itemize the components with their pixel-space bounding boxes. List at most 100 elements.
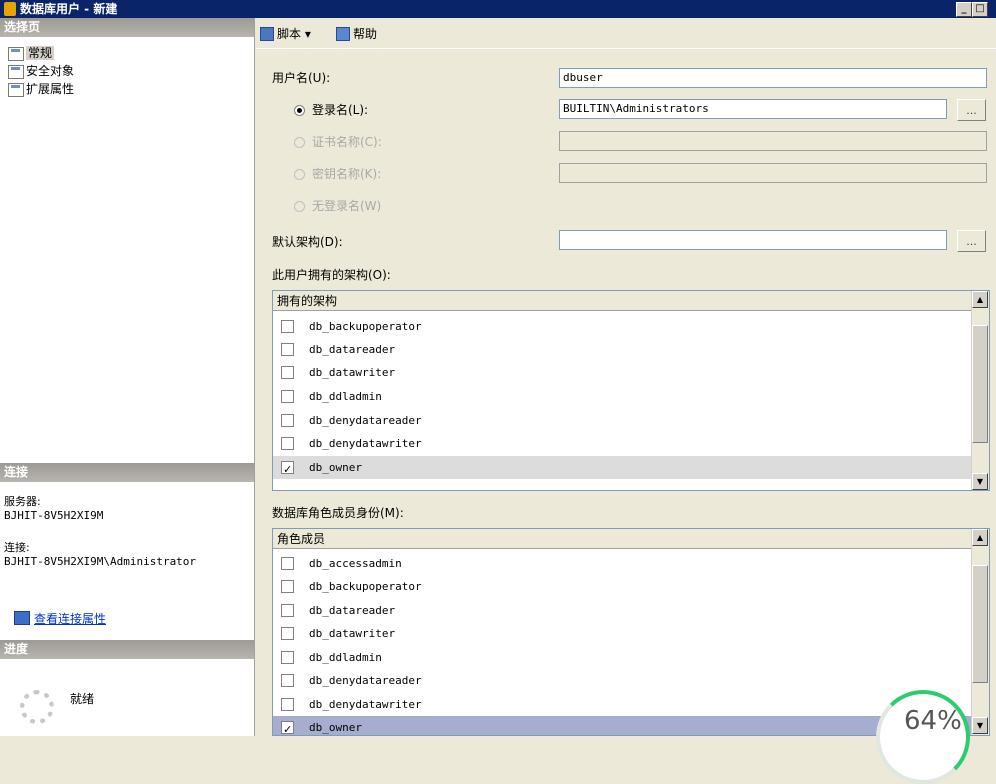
row-checkbox[interactable] [281, 557, 294, 570]
certificate-radio-label: 证书名称(C): [312, 135, 382, 149]
nav-item-label: 安全对象 [26, 64, 75, 78]
scroll-thumb[interactable] [972, 565, 988, 683]
login-browse-button[interactable]: ... [957, 99, 986, 121]
row-name: db_ddladmin [309, 651, 382, 664]
login-input[interactable]: BUILTIN\Administrators [559, 99, 947, 119]
table-row[interactable]: db_datareader [273, 599, 973, 622]
owned-schemas-grid[interactable]: 拥有的架构 db_backupoperator db_datareader db… [272, 290, 990, 491]
row-checkbox[interactable] [281, 651, 294, 664]
scroll-up-icon[interactable]: ▲ [972, 529, 988, 546]
row-checkbox[interactable] [281, 604, 294, 617]
connection-label: 连接: [4, 541, 30, 554]
table-row[interactable]: db_accessadmin [273, 552, 973, 575]
row-name: db_datareader [309, 604, 396, 617]
role-membership-label: 数据库角色成员身份(M): [272, 506, 404, 520]
select-page-header: 选择页 [0, 18, 254, 37]
key-input[interactable] [559, 163, 987, 183]
username-input[interactable]: dbuser [559, 68, 987, 88]
minimize-button[interactable]: _ [956, 2, 972, 17]
nav-item-securables[interactable]: 安全对象 [6, 63, 74, 79]
table-row[interactable]: db_backupoperator [273, 575, 973, 598]
scroll-down-icon[interactable]: ▼ [972, 473, 988, 490]
table-row[interactable]: db_denydatareader [273, 669, 973, 692]
table-row[interactable]: db_denydatawriter [273, 693, 973, 716]
server-value: BJHIT-8V5H2XI9M [4, 509, 104, 522]
default-schema-label: 默认架构(D): [272, 235, 343, 249]
table-row[interactable]: db_datawriter [273, 622, 973, 645]
nav-item-extended-properties[interactable]: 扩展属性 [6, 81, 74, 97]
row-name: db_owner [309, 721, 362, 734]
no-login-radio[interactable] [294, 201, 305, 212]
no-login-radio-label: 无登录名(W) [312, 199, 382, 213]
table-row[interactable]: db_ddladmin [273, 646, 973, 669]
connection-value: BJHIT-8V5H2XI9M\Administrator [4, 555, 197, 568]
default-schema-input[interactable] [559, 230, 947, 250]
scroll-up-icon[interactable]: ▲ [972, 291, 988, 308]
owned-schemas-label: 此用户拥有的架构(O): [272, 268, 391, 282]
row-checkbox[interactable] [281, 366, 294, 379]
progress-header: 进度 [0, 640, 254, 659]
key-radio-label: 密钥名称(K): [312, 167, 382, 181]
row-checkbox[interactable] [281, 458, 294, 481]
table-row[interactable]: db_denydatawriter [273, 432, 973, 455]
table-row[interactable]: db_ddladmin [273, 385, 973, 408]
row-name: db_owner [309, 461, 362, 474]
progress-status: 就绪 [70, 692, 95, 706]
row-checkbox[interactable] [281, 320, 294, 333]
row-checkbox[interactable] [281, 437, 294, 450]
certificate-input[interactable] [559, 131, 987, 151]
table-row[interactable]: db_owner [273, 456, 973, 481]
scroll-down-icon[interactable]: ▼ [972, 717, 988, 734]
default-schema-browse-button[interactable]: ... [957, 230, 986, 252]
title-bar: 数据库用户 - 新建 _ □ [0, 0, 996, 18]
row-name: db_denydatawriter [309, 437, 422, 450]
role-members-scrollbar[interactable]: ▲ ▼ [971, 529, 989, 735]
row-name: db_accessadmin [309, 557, 402, 570]
table-row[interactable]: db_backupoperator [273, 315, 973, 338]
nav-item-general[interactable]: 常规 [6, 45, 55, 61]
row-checkbox[interactable] [281, 698, 294, 711]
row-checkbox[interactable] [281, 674, 294, 687]
row-checkbox[interactable] [281, 343, 294, 356]
login-radio[interactable] [294, 105, 305, 116]
row-name: db_datareader [309, 343, 396, 356]
table-row[interactable]: db_datawriter [273, 361, 973, 384]
row-name: db_backupoperator [309, 580, 422, 593]
row-checkbox[interactable] [281, 390, 294, 403]
script-icon [260, 27, 274, 41]
row-name: db_denydatareader [309, 414, 422, 427]
script-label: 脚本 [277, 27, 302, 41]
row-checkbox[interactable] [281, 627, 294, 640]
view-connection-properties-link[interactable]: 查看连接属性 [34, 610, 106, 627]
owned-schemas-column-header: 拥有的架构 [273, 291, 973, 311]
toolbar: 脚本 ▾ 帮助 [256, 18, 996, 49]
nav-item-label: 扩展属性 [26, 82, 75, 96]
row-name: db_datawriter [309, 366, 396, 379]
table-row[interactable]: db_owner [273, 716, 973, 735]
row-checkbox[interactable] [281, 414, 294, 427]
help-button[interactable]: 帮助 [336, 26, 377, 42]
database-icon [4, 2, 16, 16]
row-name: db_datawriter [309, 627, 396, 640]
percent-badge: 64% [876, 690, 970, 784]
page-icon [8, 47, 24, 61]
row-name: db_ddladmin [309, 390, 382, 403]
page-icon [8, 65, 24, 79]
connection-header: 连接 [0, 463, 254, 482]
help-icon [336, 27, 350, 41]
key-radio[interactable] [294, 169, 305, 180]
role-members-grid[interactable]: 角色成员 db_accessadmin db_backupoperator db… [272, 528, 990, 736]
row-checkbox[interactable] [281, 580, 294, 593]
owned-schemas-scrollbar[interactable]: ▲ ▼ [971, 291, 989, 490]
table-row[interactable]: db_datareader [273, 338, 973, 361]
maximize-button[interactable]: □ [972, 2, 988, 17]
table-row[interactable]: db_denydatareader [273, 409, 973, 432]
help-label: 帮助 [353, 27, 378, 41]
scroll-thumb[interactable] [972, 325, 988, 443]
row-checkbox[interactable] [281, 718, 294, 735]
certificate-radio[interactable] [294, 137, 305, 148]
chevron-down-icon[interactable]: ▾ [305, 27, 311, 41]
login-radio-label: 登录名(L): [312, 103, 369, 117]
progress-spinner-icon [20, 690, 54, 724]
script-button[interactable]: 脚本 ▾ [260, 26, 311, 42]
